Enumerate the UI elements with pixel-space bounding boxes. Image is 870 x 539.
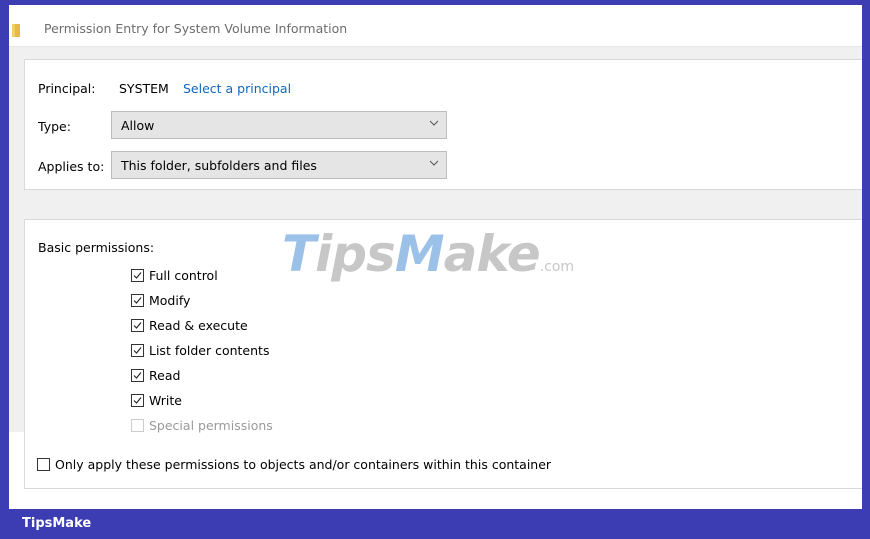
checkmark-icon (133, 397, 142, 404)
title-bar: Permission Entry for System Volume Infor… (9, 5, 862, 47)
list-folder-contents-checkbox[interactable] (131, 344, 144, 357)
type-label: Type: (38, 119, 71, 134)
principal-label: Principal: (38, 81, 96, 96)
full-control-checkbox[interactable] (131, 269, 144, 282)
chevron-down-icon (429, 120, 439, 126)
applies-to-value: This folder, subfolders and files (121, 158, 317, 173)
principal-panel: Principal: SYSTEM Select a principal Typ… (24, 59, 862, 190)
modify-label: Modify (149, 293, 191, 308)
type-value: Allow (121, 118, 155, 133)
footer-bar: TipsMake (0, 509, 870, 539)
only-apply-checkbox[interactable] (37, 458, 50, 471)
read-checkbox[interactable] (131, 369, 144, 382)
checkmark-icon (133, 372, 142, 379)
folder-icon (12, 24, 20, 37)
principal-name: SYSTEM (119, 81, 169, 96)
write-checkbox[interactable] (131, 394, 144, 407)
window-title: Permission Entry for System Volume Infor… (44, 21, 348, 36)
select-principal-link[interactable]: Select a principal (183, 81, 291, 96)
list-folder-contents-label: List folder contents (149, 343, 270, 358)
watermark-logo: TipsMake.com (282, 225, 575, 283)
checkmark-icon (133, 272, 142, 279)
chevron-down-icon (429, 160, 439, 166)
special-permissions-label: Special permissions (149, 418, 273, 433)
basic-permissions-heading: Basic permissions: (38, 240, 155, 255)
special-permissions-checkbox (131, 419, 144, 432)
full-control-label: Full control (149, 268, 218, 283)
modify-checkbox[interactable] (131, 294, 144, 307)
read-execute-checkbox[interactable] (131, 319, 144, 332)
only-apply-label: Only apply these permissions to objects … (55, 457, 552, 472)
read-label: Read (149, 368, 181, 383)
applies-to-label: Applies to: (38, 159, 105, 174)
type-dropdown[interactable]: Allow (111, 111, 447, 139)
footer-brand: TipsMake (22, 516, 92, 531)
checkmark-icon (133, 297, 142, 304)
write-label: Write (149, 393, 183, 408)
applies-to-dropdown[interactable]: This folder, subfolders and files (111, 151, 447, 179)
checkmark-icon (133, 347, 142, 354)
checkmark-icon (133, 322, 142, 329)
read-execute-label: Read & execute (149, 318, 248, 333)
